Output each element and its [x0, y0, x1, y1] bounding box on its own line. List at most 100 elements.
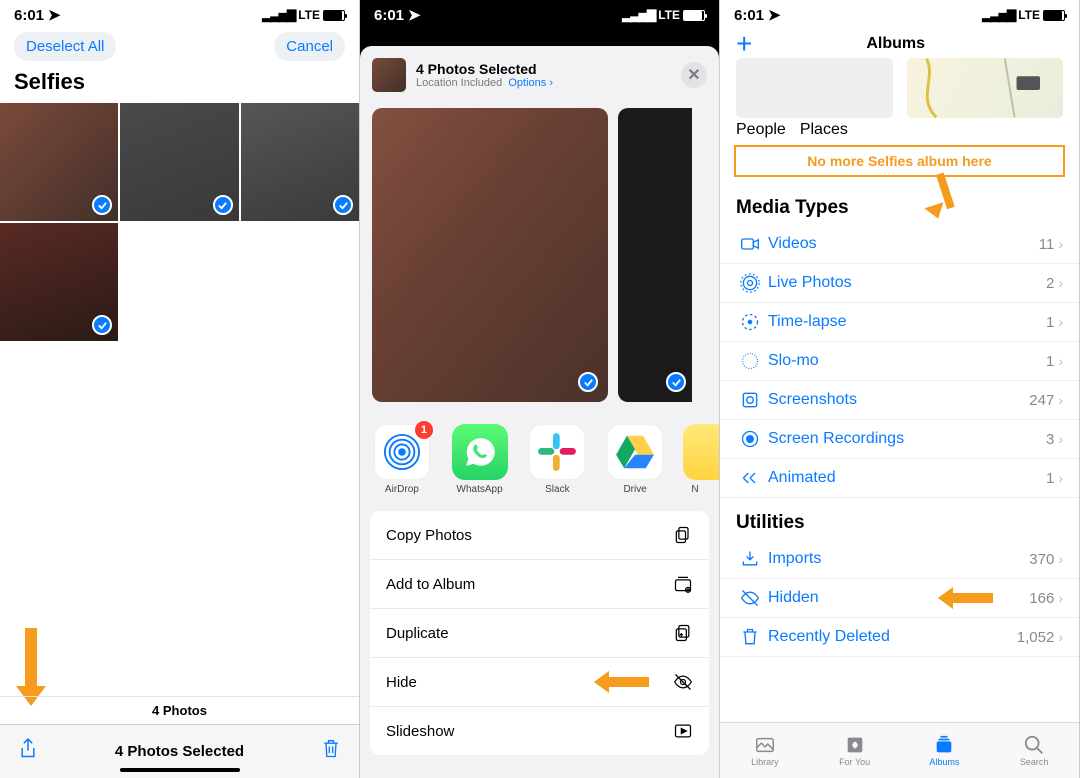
row-label: Recently Deleted	[764, 628, 1017, 646]
tab-label: For You	[839, 757, 870, 767]
duplicate-action[interactable]: Duplicate	[370, 609, 709, 658]
deselect-all-button[interactable]: Deselect All	[14, 32, 116, 61]
airdrop-app[interactable]: 1 AirDrop	[372, 424, 432, 495]
chevron-right-icon: ›	[1058, 275, 1063, 291]
cancel-button[interactable]: Cancel	[274, 32, 345, 61]
annotation-arrow-icon	[594, 671, 649, 693]
tab-search[interactable]: Search	[989, 723, 1079, 778]
status-time: 6:01	[374, 7, 404, 24]
animated-row[interactable]: Animated1›	[720, 459, 1079, 498]
add-to-album-action[interactable]: Add to Album	[370, 560, 709, 609]
panel-albums: 6:01➤ ▂▃▅▇LTE + Albums PeoplePlaces No m…	[720, 0, 1080, 778]
row-count: 1	[1046, 470, 1058, 487]
app-label: N	[683, 484, 707, 495]
recording-icon	[740, 429, 760, 449]
chevron-right-icon: ›	[1058, 314, 1063, 330]
photo-thumb[interactable]	[120, 103, 238, 221]
row-label: Time-lapse	[764, 313, 1046, 331]
slideshow-action[interactable]: Slideshow	[370, 707, 709, 755]
location-icon: ➤	[408, 6, 421, 24]
slomo-icon	[740, 351, 760, 371]
copy-photos-action[interactable]: Copy Photos	[370, 511, 709, 560]
imports-row[interactable]: Imports370›	[720, 540, 1079, 579]
chevron-right-icon: ›	[1058, 551, 1063, 567]
drive-icon	[607, 424, 663, 480]
add-album-button[interactable]: +	[736, 34, 752, 54]
preview-photo[interactable]	[372, 108, 608, 402]
options-link[interactable]: Options ›	[508, 77, 553, 89]
recordings-row[interactable]: Screen Recordings3›	[720, 420, 1079, 459]
row-label: Imports	[764, 550, 1029, 568]
selected-check-icon	[578, 372, 598, 392]
photo-thumb[interactable]	[0, 223, 118, 341]
status-bar: 6:01➤ ▂▃▅▇LTE	[360, 0, 719, 28]
hidden-row[interactable]: Hidden 166›	[720, 579, 1079, 618]
airdrop-icon: 1	[374, 424, 430, 480]
signal-icon: ▂▃▅▇	[982, 8, 1015, 22]
chevron-right-icon: ›	[1058, 629, 1063, 645]
photo-thumb[interactable]	[0, 103, 118, 221]
duplicate-icon	[673, 623, 693, 643]
network-label: LTE	[1018, 8, 1040, 22]
action-label: Slideshow	[386, 723, 454, 740]
people-album-thumb[interactable]	[736, 58, 893, 118]
home-indicator[interactable]	[120, 768, 240, 772]
photo-thumb[interactable]	[241, 103, 359, 221]
location-icon: ➤	[768, 6, 781, 24]
tab-label: Search	[1020, 757, 1049, 767]
live-photos-row[interactable]: Live Photos2›	[720, 264, 1079, 303]
sheet-title: 4 Photos Selected	[416, 61, 671, 77]
chevron-right-icon: ›	[1058, 590, 1063, 606]
timelapse-row[interactable]: Time-lapse1›	[720, 303, 1079, 342]
delete-button[interactable]	[321, 738, 341, 765]
share-actions-list: Copy Photos Add to Album Duplicate Hide …	[370, 511, 709, 755]
action-label: Duplicate	[386, 625, 449, 642]
header-thumb	[372, 58, 406, 92]
share-button[interactable]	[18, 737, 38, 766]
recently-deleted-row[interactable]: Recently Deleted1,052›	[720, 618, 1079, 657]
row-count: 1	[1046, 314, 1058, 331]
tab-foryou[interactable]: For You	[810, 723, 900, 778]
signal-icon: ▂▃▅▇	[262, 8, 295, 22]
tab-albums[interactable]: Albums	[900, 723, 990, 778]
tab-bar: Library For You Albums Search	[720, 722, 1079, 778]
slack-app[interactable]: Slack	[528, 424, 588, 495]
places-album-thumb[interactable]	[907, 58, 1064, 118]
row-label: Slo-mo	[764, 352, 1046, 370]
slack-icon	[529, 424, 585, 480]
tab-label: Library	[751, 757, 779, 767]
page-title: Albums	[866, 35, 925, 53]
row-count: 2	[1046, 275, 1058, 292]
slomo-row[interactable]: Slo-mo1›	[720, 342, 1079, 381]
videos-row[interactable]: Videos11›	[720, 225, 1079, 264]
location-icon: ➤	[48, 6, 61, 24]
tab-library[interactable]: Library	[720, 723, 810, 778]
photo-count-label: 4 Photos	[0, 696, 359, 724]
live-photo-icon	[740, 273, 760, 293]
selected-check-icon	[213, 195, 233, 215]
preview-photo[interactable]	[618, 108, 692, 402]
chevron-right-icon: ›	[1058, 353, 1063, 369]
trash-icon	[740, 627, 760, 647]
video-icon	[740, 234, 760, 254]
action-label: Add to Album	[386, 576, 475, 593]
screenshot-icon	[740, 390, 760, 410]
utilities-header: Utilities	[720, 498, 1079, 540]
import-icon	[740, 549, 760, 569]
hide-action[interactable]: Hide	[370, 658, 709, 707]
notes-app[interactable]: N	[683, 424, 707, 495]
airdrop-badge: 1	[415, 421, 433, 439]
close-button[interactable]: ✕	[681, 62, 707, 88]
chevron-right-icon: ›	[1058, 392, 1063, 408]
animated-icon	[740, 468, 760, 488]
row-label: Animated	[764, 469, 1046, 487]
drive-app[interactable]: Drive	[605, 424, 665, 495]
screenshots-row[interactable]: Screenshots247›	[720, 381, 1079, 420]
notes-icon	[683, 424, 719, 480]
share-apps-row[interactable]: 1 AirDrop WhatsApp Slack Drive N	[360, 416, 719, 501]
hidden-icon	[740, 588, 760, 608]
album-title: Selfies	[0, 69, 359, 103]
network-label: LTE	[298, 8, 320, 22]
whatsapp-app[interactable]: WhatsApp	[450, 424, 510, 495]
selected-check-icon	[92, 195, 112, 215]
